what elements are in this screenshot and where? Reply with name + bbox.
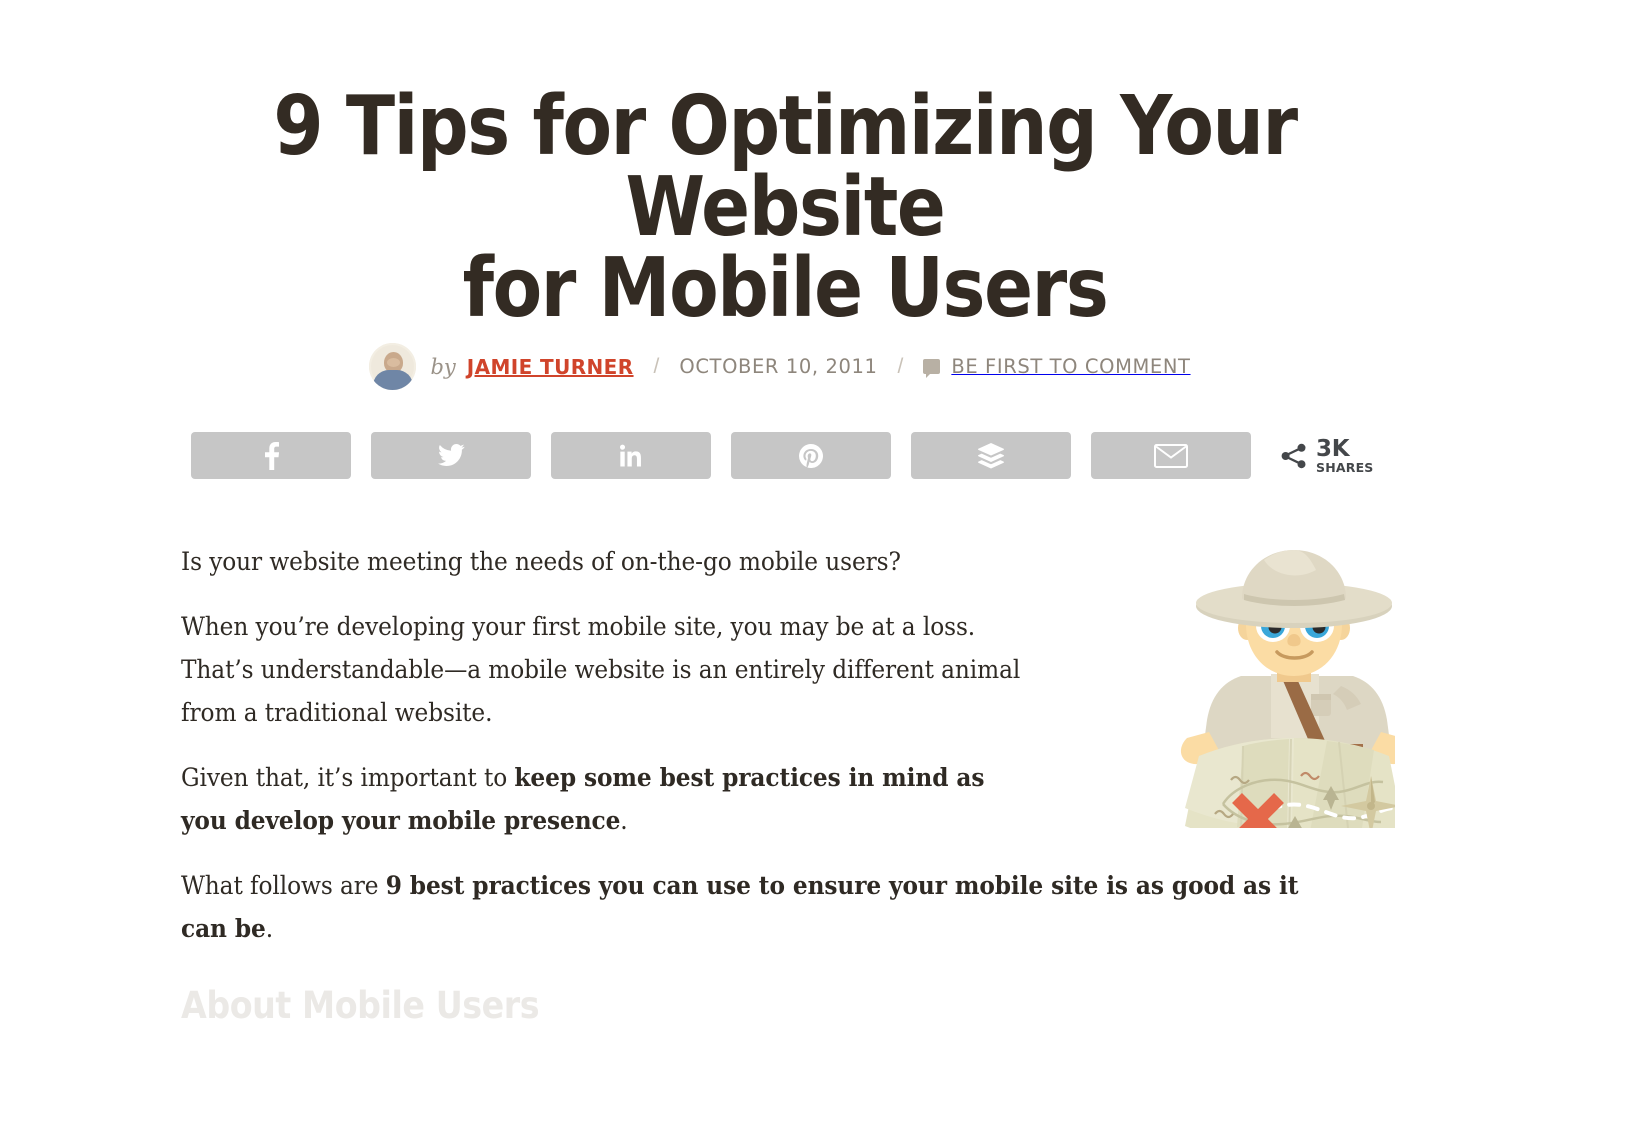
share-button-twitter[interactable] bbox=[371, 432, 531, 479]
avatar-face bbox=[386, 358, 400, 367]
share-button-buffer[interactable] bbox=[911, 432, 1071, 479]
avatar-body bbox=[372, 370, 413, 390]
article-title: 9 Tips for Optimizing Your Website for M… bbox=[147, 85, 1423, 329]
body-paragraph-2: When you’re developing your first mobile… bbox=[181, 612, 1021, 727]
pinterest-icon bbox=[799, 443, 823, 468]
share-button-email[interactable] bbox=[1091, 432, 1251, 479]
byline-separator-1: / bbox=[653, 354, 660, 378]
body-paragraph-1: Is your website meeting the needs of on-… bbox=[181, 547, 901, 576]
article-title-line-1: 9 Tips for Optimizing Your Website bbox=[273, 79, 1298, 256]
share-bar: 3K SHARES bbox=[191, 432, 1374, 479]
byline: by JAMIE TURNER / OCTOBER 10, 2011 / BE … bbox=[0, 343, 1560, 390]
byline-separator-2: / bbox=[897, 354, 904, 378]
body-paragraph-3-lead: Given that, it’s important to bbox=[181, 763, 515, 792]
body-paragraph-4-tail: . bbox=[265, 914, 274, 943]
share-button-pinterest[interactable] bbox=[731, 432, 891, 479]
share-count-number: 3K bbox=[1316, 435, 1350, 462]
body-paragraph-4: What follows are 9 best practices you ca… bbox=[181, 864, 1316, 950]
comment-link[interactable]: BE FIRST TO COMMENT bbox=[923, 355, 1190, 378]
article-page: 9 Tips for Optimizing Your Website for M… bbox=[0, 0, 1648, 1130]
linkedin-icon bbox=[620, 444, 642, 467]
section-heading-about-mobile-users: About Mobile Users bbox=[181, 984, 540, 1027]
byline-by-label: by bbox=[430, 354, 456, 379]
body-paragraph-4-lead: What follows are bbox=[181, 871, 386, 900]
avatar bbox=[369, 343, 417, 390]
article-title-line-2: for Mobile Users bbox=[462, 241, 1109, 337]
page-title: 9 Tips for Optimizing Your Website for M… bbox=[60, 85, 1510, 329]
speech-bubble-icon bbox=[923, 359, 941, 378]
share-nodes-icon bbox=[1281, 443, 1306, 468]
share-button-facebook[interactable] bbox=[191, 432, 351, 479]
body-paragraph-3: Given that, it’s important to keep some … bbox=[181, 756, 1023, 842]
explorer-with-treasure-map-illustration bbox=[1180, 550, 1395, 828]
post-date: OCTOBER 10, 2011 bbox=[679, 355, 878, 378]
facebook-icon bbox=[264, 441, 279, 470]
share-button-linkedin[interactable] bbox=[551, 432, 711, 479]
comment-link-label: BE FIRST TO COMMENT bbox=[951, 355, 1191, 378]
share-count-label: SHARES bbox=[1316, 459, 1374, 475]
email-icon bbox=[1154, 443, 1188, 468]
twitter-icon bbox=[437, 444, 465, 467]
author-link[interactable]: JAMIE TURNER bbox=[467, 355, 634, 379]
body-paragraph-3-tail: . bbox=[620, 806, 628, 835]
share-count: 3K SHARES bbox=[1281, 437, 1374, 475]
buffer-icon bbox=[978, 442, 1004, 468]
